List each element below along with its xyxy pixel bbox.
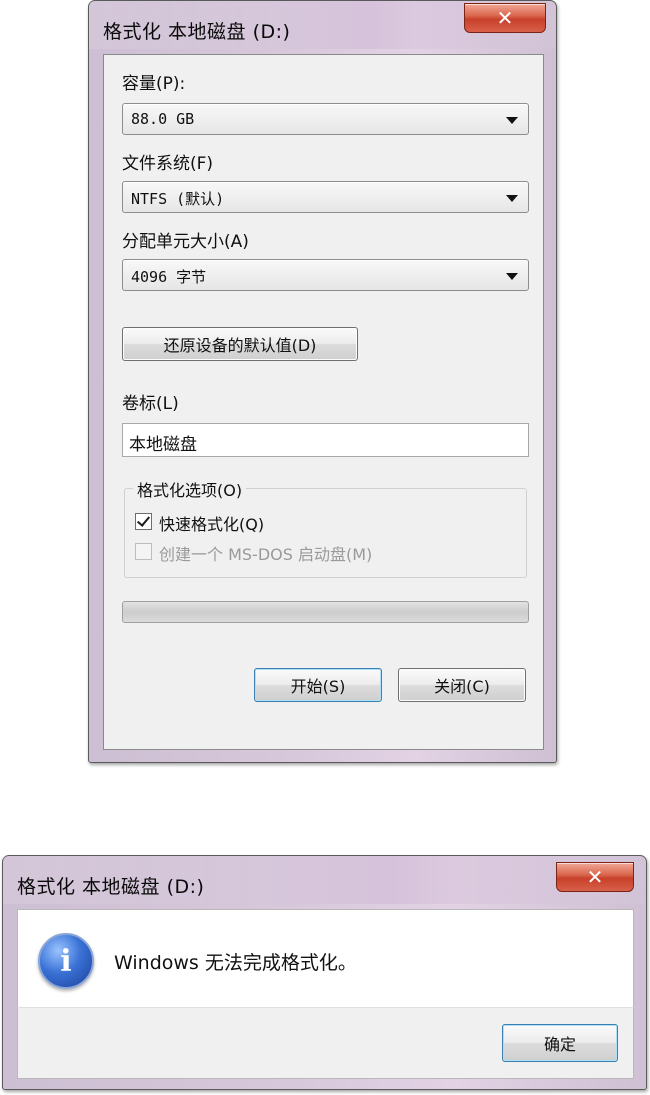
info-icon: i: [38, 933, 94, 989]
message-text: Windows 无法完成格式化。: [114, 952, 357, 974]
quick-format-label[interactable]: 快速格式化(Q): [159, 511, 264, 535]
quick-format-checkbox[interactable]: [135, 513, 152, 530]
allocation-label: 分配单元大小(A): [122, 232, 249, 252]
close-button[interactable]: 关闭(C): [398, 668, 526, 702]
file-system-label: 文件系统(F): [122, 154, 214, 174]
close-icon[interactable]: ✕: [556, 862, 634, 892]
file-system-dropdown[interactable]: NTFS (默认): [122, 181, 529, 213]
capacity-dropdown[interactable]: 88.0 GB: [122, 103, 529, 135]
format-progress-bar: [122, 601, 529, 623]
chevron-down-icon: [506, 117, 518, 124]
capacity-label: 容量(P):: [122, 74, 186, 94]
allocation-value: 4096 字节: [131, 268, 207, 286]
msdos-boot-label[interactable]: 创建一个 MS-DOS 启动盘(M): [159, 541, 372, 565]
format-dialog: 格式化 本地磁盘 (D:) ✕ 容量(P): 88.0 GB 文件系统(F) N…: [88, 0, 557, 763]
chevron-down-icon: [506, 195, 518, 202]
close-icon[interactable]: ✕: [464, 3, 546, 33]
title-bar[interactable]: 格式化 本地磁盘 (D:) ✕: [89, 1, 556, 49]
window-title: 格式化 本地磁盘 (D:): [103, 21, 291, 43]
error-message-box: 格式化 本地磁盘 (D:) ✕ i Windows 无法完成格式化。 确定: [2, 855, 647, 1090]
window-title: 格式化 本地磁盘 (D:): [17, 876, 205, 898]
msdos-boot-checkbox[interactable]: [135, 543, 152, 560]
capacity-value: 88.0 GB: [131, 110, 195, 128]
button-area: 确定: [17, 1007, 634, 1079]
message-area: i Windows 无法完成格式化。: [17, 909, 634, 1007]
ok-button[interactable]: 确定: [502, 1024, 618, 1062]
format-options-title: 格式化选项(O): [133, 477, 247, 501]
dialog-body: 容量(P): 88.0 GB 文件系统(F) NTFS (默认) 分配单元大小(…: [103, 54, 544, 750]
chevron-down-icon: [506, 273, 518, 280]
start-button[interactable]: 开始(S): [254, 668, 382, 702]
volume-label-value: 本地磁盘: [129, 435, 197, 455]
volume-label-input[interactable]: 本地磁盘: [122, 423, 529, 457]
restore-defaults-button[interactable]: 还原设备的默认值(D): [122, 327, 358, 361]
volume-label-label: 卷标(L): [122, 394, 179, 414]
allocation-dropdown[interactable]: 4096 字节: [122, 259, 529, 291]
format-options-group: 格式化选项(O) 快速格式化(Q) 创建一个 MS-DOS 启动盘(M): [124, 477, 527, 578]
file-system-value: NTFS (默认): [131, 190, 225, 208]
title-bar[interactable]: 格式化 本地磁盘 (D:) ✕: [3, 856, 646, 904]
